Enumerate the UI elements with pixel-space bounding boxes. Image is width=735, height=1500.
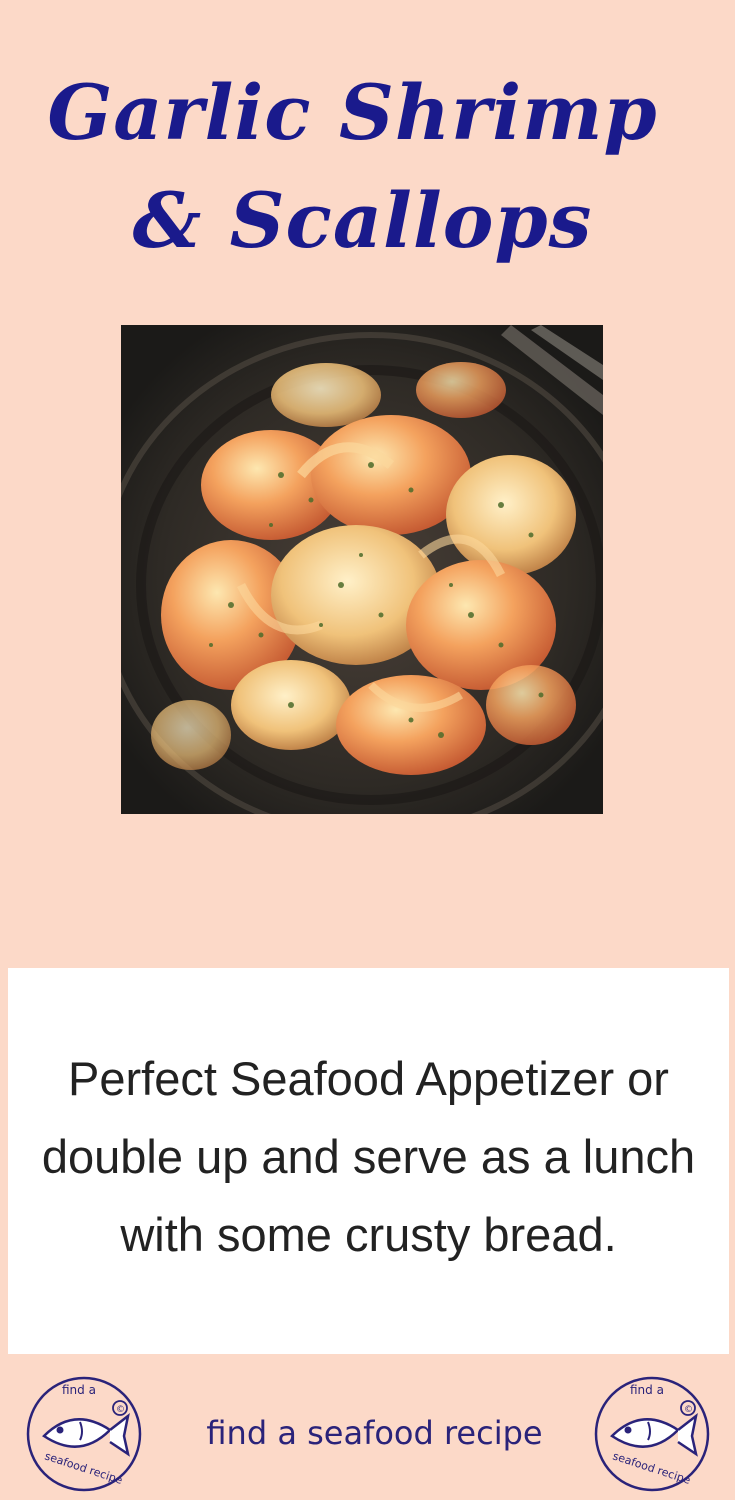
svg-text:find a: find a — [630, 1383, 664, 1397]
shrimp-plate-image — [121, 325, 603, 814]
description-box: Perfect Seafood Appetizer or double up a… — [8, 968, 729, 1354]
page-title: Garlic Shrimp & Scallops — [0, 59, 735, 275]
title-line-1: Garlic Shrimp — [47, 67, 658, 157]
fish-logo-icon: find a © seafood recipe — [594, 1376, 710, 1492]
fish-logo-right: find a © seafood recipe — [590, 1372, 715, 1497]
svg-text:©: © — [684, 1405, 693, 1415]
recipe-photo — [121, 325, 603, 814]
title-line-2: & Scallops — [132, 175, 593, 265]
svg-text:find a: find a — [62, 1383, 96, 1397]
description-text: Perfect Seafood Appetizer or double up a… — [41, 1052, 696, 1261]
